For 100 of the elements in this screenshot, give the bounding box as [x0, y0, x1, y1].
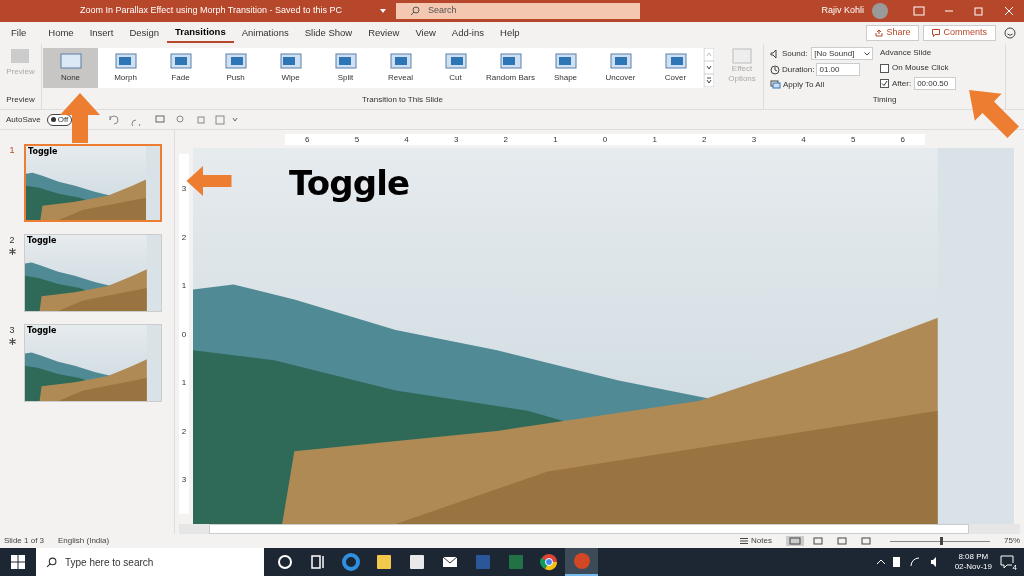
after-label: After: — [892, 77, 912, 90]
menu-tab[interactable]: Design — [121, 23, 167, 43]
checkbox[interactable] — [880, 79, 889, 88]
apply-to-all-button[interactable]: Apply To All — [770, 79, 874, 91]
group-label: Preview — [6, 94, 35, 106]
slide-title: Toggle — [28, 146, 58, 158]
slide-title: Toggle — [27, 235, 57, 247]
duration-field[interactable]: 01.00 — [816, 63, 861, 76]
on-mouse-click-label: On Mouse Click — [892, 62, 949, 74]
menu-tab[interactable]: Home — [40, 23, 82, 43]
horizontal-scrollbar[interactable] — [179, 524, 1020, 534]
effect-options-icon — [732, 48, 752, 64]
duration-label: Duration: — [782, 63, 815, 76]
more-icon[interactable] — [704, 74, 714, 87]
menu-tab[interactable]: Slide Show — [296, 23, 361, 43]
transition-option[interactable]: Morph — [98, 48, 153, 88]
transition-thumbnail-icon — [444, 52, 467, 69]
transition-thumbnail-icon — [334, 52, 357, 69]
menu-tab[interactable]: Animations — [233, 23, 297, 43]
windows-start-icon[interactable] — [11, 555, 25, 569]
document-title: Zoom In Parallax Effect using Morph Transition - Saved to this PC — [80, 4, 343, 18]
clock-time: 8:08 PM — [958, 552, 989, 562]
autosave-label: AutoSave — [6, 113, 41, 126]
sound-dropdown[interactable]: [No Sound] — [811, 47, 874, 60]
smiley-icon[interactable] — [1004, 27, 1016, 39]
after-time-field[interactable]: 00:00.50 — [914, 77, 957, 90]
slide-number: 3 — [9, 324, 15, 337]
transition-option[interactable]: Reveal — [373, 48, 428, 88]
zoom-thumb[interactable] — [940, 537, 943, 545]
slide-number: 2 — [9, 234, 15, 247]
vertical-scrollbar[interactable] — [1014, 148, 1024, 524]
notes-button[interactable]: Notes — [740, 535, 772, 547]
transition-option[interactable]: Split — [318, 48, 373, 88]
zoom-slider[interactable] — [890, 536, 990, 546]
slide-thumbnail[interactable]: Toggle — [24, 234, 162, 312]
transition-thumbnail-icon — [609, 52, 632, 69]
notes-icon — [740, 538, 749, 544]
slide-thumbnail[interactable]: Toggle — [24, 324, 162, 402]
comments-button[interactable]: Comments — [923, 25, 996, 41]
speaker-icon — [770, 48, 780, 59]
transition-thumbnail-icon — [554, 52, 577, 69]
slide-number: 1 — [9, 144, 15, 157]
advance-slide-label: Advance Slide — [880, 47, 933, 59]
slide-thumbnail[interactable]: Toggle — [24, 144, 162, 222]
share-button[interactable]: Share — [866, 25, 920, 41]
transition-option[interactable]: Uncover — [593, 48, 648, 88]
autosave-toggle[interactable]: Off — [46, 113, 73, 126]
scroll-down-icon[interactable] — [704, 61, 714, 74]
transition-thumbnail-icon — [389, 52, 412, 69]
app-icon — [340, 552, 361, 572]
menu-tab[interactable]: Help — [492, 23, 528, 43]
menu-tab[interactable]: Insert — [81, 23, 122, 43]
group-label: Timing — [872, 94, 897, 106]
transition-thumbnail-icon — [169, 52, 192, 69]
transition-thumbnail-icon — [664, 52, 687, 69]
menu-tab[interactable]: File — [3, 23, 35, 43]
vertical-ruler: 3 2 1 0 1 2 3 — [179, 154, 189, 514]
transition-option[interactable]: Random Bars — [483, 48, 538, 88]
language: English (India) — [58, 535, 110, 547]
group-label: Transition to This Slide — [362, 94, 443, 106]
caret-icon[interactable] — [380, 9, 386, 13]
apply-all-icon — [770, 80, 781, 90]
transition-thumbnail-icon — [59, 52, 82, 69]
menu-tab[interactable]: Add-ins — [443, 23, 492, 43]
transition-option[interactable]: Cover — [648, 48, 703, 88]
menu-tab[interactable]: View — [407, 23, 444, 43]
transition-thumbnail-icon — [114, 52, 137, 69]
transition-option[interactable]: None — [43, 48, 98, 88]
notification-count: 4 — [1011, 563, 1018, 572]
zoom-percent: 75% — [1004, 535, 1020, 547]
clock-icon — [770, 64, 780, 75]
share-icon — [875, 29, 884, 37]
annotation-arrow — [968, 90, 1020, 138]
horizontal-ruler: 6 5 4 3 2 1 0 1 2 3 4 5 6 — [285, 133, 925, 145]
checkbox[interactable] — [880, 63, 889, 73]
dropdown-caret-icon — [864, 51, 871, 56]
transition-option[interactable]: Fade — [153, 48, 208, 88]
taskbar-search-field[interactable]: Type here to search — [36, 548, 264, 576]
search-field[interactable]: Search — [396, 3, 640, 19]
transition-thumbnail-icon — [499, 52, 522, 69]
transition-thumbnail-icon — [224, 52, 247, 69]
app-icon — [538, 552, 559, 572]
app-icon — [571, 551, 592, 571]
menu-tab[interactable]: Review — [360, 23, 408, 43]
transition-option[interactable]: Shape — [538, 48, 593, 88]
preview-icon — [10, 48, 31, 66]
search-icon — [46, 556, 57, 568]
comment-icon — [932, 29, 941, 37]
slide-title: Toggle — [27, 325, 57, 337]
slide-count: Slide 1 of 3 — [4, 535, 45, 547]
clock-date: 02-Nov-19 — [954, 562, 992, 572]
notification-icon[interactable] — [1000, 555, 1014, 569]
transition-option[interactable]: Wipe — [263, 48, 318, 88]
transition-thumbnail-icon — [279, 52, 302, 69]
avatar — [872, 3, 888, 19]
transition-option[interactable]: Push — [208, 48, 263, 88]
search-icon — [410, 6, 420, 16]
transition-option[interactable]: Cut — [428, 48, 483, 88]
user-name: Rajiv Kohli — [821, 4, 864, 18]
slide-title: Toggle — [289, 162, 410, 205]
